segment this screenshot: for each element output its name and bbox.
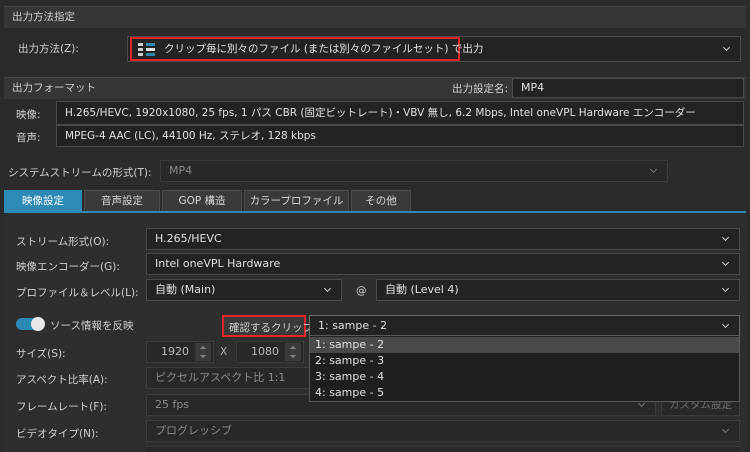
chevron-down-icon [649,161,659,181]
dropdown-option[interactable]: 4: sampe - 5 [310,385,739,401]
system-stream-select[interactable]: MP4 [160,160,668,182]
clips-to-files-icon [138,42,158,56]
stream-format-value: H.265/HEVC [155,232,222,245]
encoder-value: Intel oneVPL Hardware [155,257,281,270]
system-stream-label: システムストリームの形式(T): [8,167,152,179]
frame-rate-value: 25 fps [155,398,190,411]
chevron-down-icon [721,316,731,336]
stream-format-select[interactable]: H.265/HEVC [146,228,740,250]
video-summary-value: H.265/HEVC, 1920x1080, 25 fps, 1 パス CBR … [56,101,744,125]
confirm-clip-dropdown[interactable]: 1: sampe - 2 2: sampe - 3 3: sampe - 4 4… [309,335,740,402]
profile-level-label: プロファイル＆レベル(L): [16,287,139,299]
profile-select[interactable]: 自動 (Main) [146,279,342,301]
tab-gop-structure[interactable]: GOP 構造 [162,190,242,212]
reflect-source-label: ソース情報を反映 [50,320,134,332]
at-sign: @ [356,285,367,297]
output-method-section-title: 出力方法指定 [4,6,746,28]
tab-color-profile[interactable]: カラープロファイル [244,190,349,212]
tab-audio-settings[interactable]: 音声設定 [84,190,160,212]
output-method-label: 出力方法(Z): [18,43,79,55]
frame-rate-label: フレームレート(F): [16,401,107,413]
decrement-icon[interactable] [285,352,301,361]
reflect-source-toggle[interactable] [16,317,45,331]
chevron-down-icon [721,229,731,249]
times-sign: X [220,346,228,358]
aspect-ratio-label: アスペクト比率(A): [16,374,108,386]
dropdown-option[interactable]: 3: sampe - 4 [310,369,739,385]
width-value: 1920 [161,345,189,358]
output-method-value: クリップ毎に別々のファイル (または別々のファイルセット) で出力 [164,43,484,55]
height-input[interactable]: 1080 [236,341,304,363]
increment-icon[interactable] [285,343,301,352]
confirm-clip-select[interactable]: 1: sampe - 2 [309,315,740,337]
settings-name-label: 出力設定名: [452,83,509,95]
stream-format-label: ストリーム形式(O): [16,236,110,248]
chevron-down-icon [323,280,333,300]
decrement-icon[interactable] [195,352,211,361]
tab-video-settings[interactable]: 映像設定 [4,190,82,212]
video-type-value: プログレッシブ [155,424,232,437]
system-stream-value: MP4 [169,164,193,177]
dropdown-option[interactable]: 1: sampe - 2 [310,337,739,353]
height-value: 1080 [251,345,279,358]
video-summary-label: 映像: [16,109,41,121]
bottom-field-edge [146,446,740,452]
confirm-clip-value: 1: sampe - 2 [318,319,388,332]
chevron-down-icon [721,254,731,274]
tab-other[interactable]: その他 [351,190,411,212]
audio-summary-label: 音声: [16,132,41,144]
size-label: サイズ(S): [16,348,66,360]
encoder-label: 映像エンコーダー(G): [16,261,120,273]
aspect-ratio-value: ピクセルアスペクト比 1:1 [155,371,286,384]
width-input[interactable]: 1920 [146,341,214,363]
chevron-down-icon [721,280,731,300]
level-select[interactable]: 自動 (Level 4) [376,279,740,301]
confirm-clip-highlight: 確認するクリップ: [222,315,317,337]
video-type-select[interactable]: プログレッシブ [146,420,740,442]
increment-icon[interactable] [195,343,211,352]
encoder-select[interactable]: Intel oneVPL Hardware [146,253,740,275]
confirm-clip-label: 確認するクリップ: [229,322,317,334]
toggle-knob [31,317,45,331]
dropdown-option[interactable]: 2: sampe - 3 [310,353,739,369]
output-method-select[interactable]: クリップ毎に別々のファイル (または別々のファイルセット) で出力 [127,36,741,62]
level-value: 自動 (Level 4) [385,283,459,296]
profile-value: 自動 (Main) [155,283,216,296]
settings-name-value: MP4 [512,78,744,98]
audio-summary-value: MPEG-4 AAC (LC), 44100 Hz, ステレオ, 128 kbp… [56,125,744,147]
video-type-label: ビデオタイプ(N): [16,428,99,440]
chevron-down-icon [721,421,731,441]
chevron-down-icon [722,39,732,59]
